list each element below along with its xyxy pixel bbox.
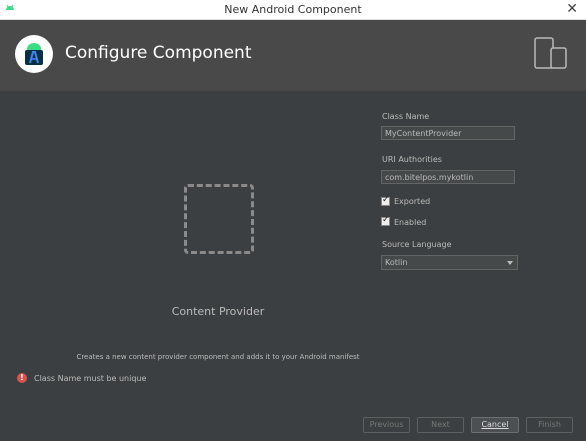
class-name-label: Class Name	[382, 112, 430, 121]
exported-checkbox[interactable]	[381, 195, 390, 206]
window-title-bar: New Android Component ✕	[0, 0, 586, 20]
dropdown-arrow-icon	[507, 261, 513, 265]
enabled-checkbox[interactable]	[381, 215, 390, 226]
cancel-label: Cancel	[481, 420, 509, 429]
error-icon: !	[17, 373, 27, 383]
uri-authorities-input[interactable]	[381, 170, 515, 184]
source-language-value: Kotlin	[385, 258, 408, 267]
enabled-label: Enabled	[394, 218, 427, 227]
source-language-label: Source Language	[382, 240, 452, 249]
uri-authorities-label: URI Authorities	[382, 155, 442, 164]
component-preview-placeholder	[184, 184, 254, 254]
close-icon[interactable]: ✕	[566, 1, 578, 17]
next-button[interactable]: Next	[417, 417, 464, 433]
exported-label: Exported	[394, 197, 431, 206]
preview-label: Content Provider	[171, 305, 265, 318]
finish-button[interactable]: Finish	[526, 417, 573, 433]
header-banner: Configure Component	[0, 20, 586, 91]
window-title: New Android Component	[224, 3, 362, 16]
class-name-input[interactable]	[381, 126, 515, 140]
android-studio-logo	[15, 35, 53, 73]
error-message: Class Name must be unique	[34, 374, 147, 383]
device-icon	[534, 37, 567, 69]
cancel-button[interactable]: Cancel	[471, 417, 519, 433]
previous-button[interactable]: Previous	[363, 417, 410, 433]
android-studio-icon	[25, 43, 43, 65]
source-language-select[interactable]: Kotlin	[381, 255, 518, 270]
page-title: Configure Component	[65, 43, 252, 63]
preview-description: Creates a new content provider component…	[76, 353, 360, 361]
